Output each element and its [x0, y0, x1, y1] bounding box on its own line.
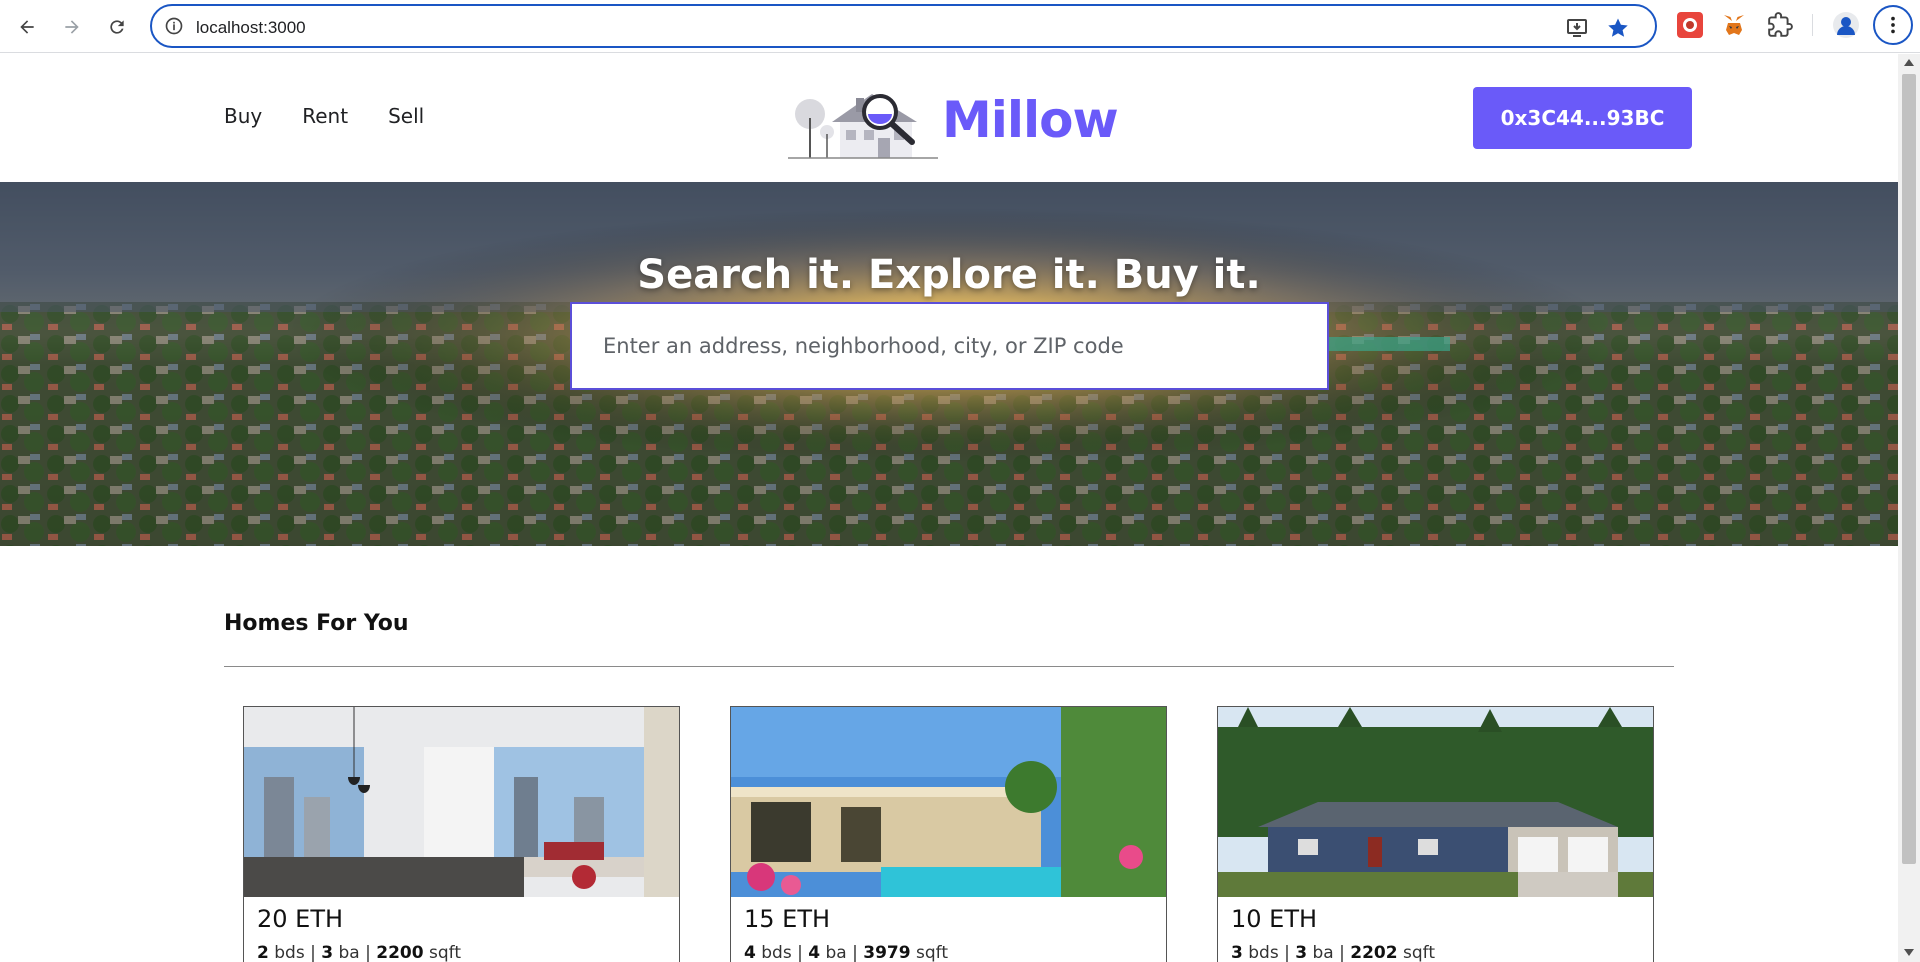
main-nav: Buy Rent Sell	[224, 104, 464, 128]
connect-wallet-button[interactable]: 0x3C44...93BC	[1473, 87, 1692, 149]
home-card[interactable]: 20 ETH 2 bds | 3 ba | 2200 sqft	[243, 706, 680, 962]
profile-avatar-icon[interactable]	[1833, 12, 1859, 38]
nav-buy-link[interactable]: Buy	[224, 104, 262, 128]
hero-banner: Search it. Explore it. Buy it.	[0, 182, 1898, 546]
beds-count: 3	[1231, 943, 1243, 962]
toolbar-separator	[1812, 14, 1813, 36]
bookmark-star-icon[interactable]	[1606, 16, 1630, 40]
scroll-up-arrow-icon[interactable]	[1904, 59, 1914, 66]
brand-name: Millow	[942, 91, 1119, 149]
scrollbar-thumb[interactable]	[1902, 74, 1916, 864]
install-app-icon[interactable]	[1565, 16, 1589, 40]
homes-section-title: Homes For You	[224, 611, 409, 636]
reload-icon	[110, 20, 124, 34]
sqft-label: sqft	[1403, 943, 1435, 962]
home-card[interactable]: 10 ETH 3 bds | 3 ba | 2202 sqft	[1217, 706, 1654, 962]
nav-sell-link[interactable]: Sell	[388, 104, 424, 128]
forward-arrow-icon	[65, 20, 79, 34]
home-details: 4 bds | 4 ba | 3979 sqft	[744, 943, 948, 962]
site-header: Buy Rent Sell Millow 0x3C44...93BC	[0, 54, 1898, 182]
site-info-icon[interactable]	[164, 16, 184, 36]
home-price: 15 ETH	[744, 905, 831, 933]
beds-count: 4	[744, 943, 756, 962]
section-divider	[224, 666, 1674, 667]
reload-button[interactable]	[101, 11, 133, 43]
home-price: 10 ETH	[1231, 905, 1318, 933]
beds-label: bds	[1248, 943, 1279, 962]
page-scrollbar[interactable]	[1898, 54, 1920, 962]
home-photo-apartment	[244, 707, 679, 897]
page-viewport: Buy Rent Sell Millow 0x3C44...93BC Searc…	[0, 54, 1898, 962]
home-photo-ranch-house	[1218, 707, 1653, 897]
hero-title: Search it. Explore it. Buy it.	[637, 252, 1261, 298]
sqft-count: 2202	[1350, 943, 1398, 962]
home-details: 3 bds | 3 ba | 2202 sqft	[1231, 943, 1435, 962]
nav-rent-link[interactable]: Rent	[302, 104, 348, 128]
baths-count: 3	[1295, 943, 1308, 962]
baths-count: 4	[808, 943, 821, 962]
puzzle-piece-icon[interactable]	[1767, 12, 1793, 38]
address-search-input[interactable]	[570, 302, 1329, 390]
sqft-label: sqft	[429, 943, 461, 962]
back-arrow-icon	[20, 20, 34, 34]
kebab-menu-icon[interactable]	[1873, 5, 1913, 45]
beds-label: bds	[761, 943, 792, 962]
extension-red-icon[interactable]	[1677, 12, 1703, 38]
brand[interactable]: Millow	[782, 78, 1119, 162]
beds-count: 2	[257, 943, 269, 962]
back-button[interactable]	[11, 11, 43, 43]
sqft-count: 3979	[863, 943, 911, 962]
baths-label: ba	[1312, 943, 1334, 962]
forward-button[interactable]	[56, 11, 88, 43]
home-price: 20 ETH	[257, 905, 344, 933]
address-bar[interactable]: localhost:3000	[150, 4, 1657, 48]
metamask-fox-icon[interactable]	[1721, 12, 1747, 38]
sqft-count: 2200	[376, 943, 424, 962]
home-details: 2 bds | 3 ba | 2200 sqft	[257, 943, 461, 962]
baths-count: 3	[321, 943, 334, 962]
home-photo-pool-house	[731, 707, 1166, 897]
baths-label: ba	[825, 943, 847, 962]
baths-label: ba	[338, 943, 360, 962]
home-card[interactable]: 15 ETH 4 bds | 4 ba | 3979 sqft	[730, 706, 1167, 962]
sqft-label: sqft	[916, 943, 948, 962]
url-text[interactable]: localhost:3000	[196, 18, 306, 38]
beds-label: bds	[274, 943, 305, 962]
house-magnifier-logo	[788, 94, 938, 159]
scroll-down-arrow-icon[interactable]	[1904, 949, 1914, 956]
browser-toolbar: localhost:3000	[0, 0, 1920, 53]
